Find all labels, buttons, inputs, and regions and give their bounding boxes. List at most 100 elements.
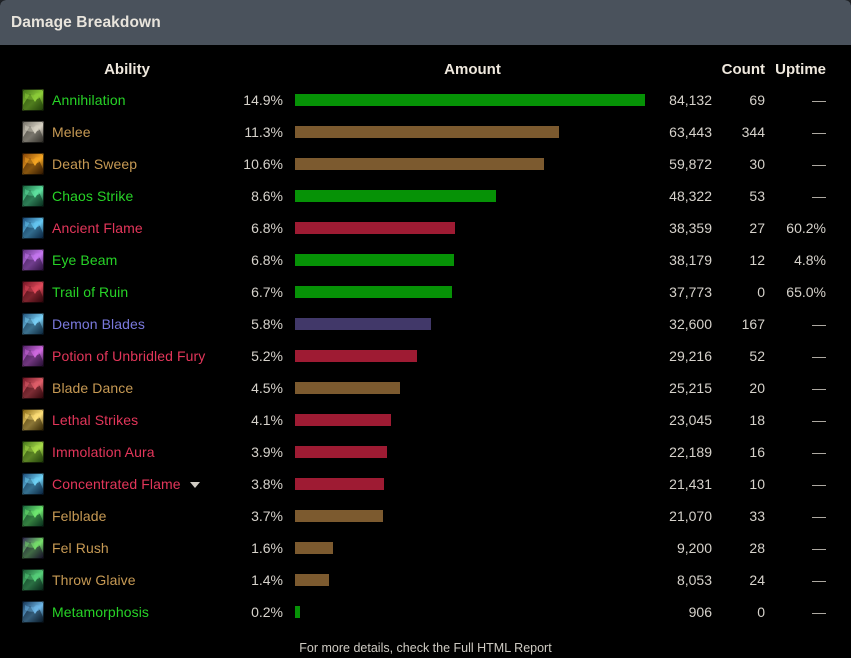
table-row[interactable]: Immolation Aura 3.9% 22,189 16 — (0, 436, 851, 468)
amount-cell: 29,216 (669, 348, 712, 364)
ability-name-cell[interactable]: Lethal Strikes (52, 404, 138, 436)
ability-name-cell[interactable]: Ancient Flame (52, 212, 143, 244)
amount-cell: 22,189 (669, 444, 712, 460)
percent-cell: 3.7% (251, 508, 283, 524)
percent-cell: 8.6% (251, 188, 283, 204)
column-header-count[interactable]: Count (702, 54, 765, 84)
percent-cell: 14.9% (243, 92, 283, 108)
count-cell: 20 (749, 380, 765, 396)
table-row[interactable]: Fel Rush 1.6% 9,200 28 — (0, 532, 851, 564)
potion-of-unbridled-fury-icon (22, 345, 44, 367)
ability-name-cell[interactable]: Death Sweep (52, 148, 137, 180)
trail-of-ruin-icon (22, 281, 44, 303)
concentrated-flame-icon (22, 473, 44, 495)
count-cell: 28 (749, 540, 765, 556)
uptime-cell: — (812, 412, 826, 428)
amount-cell: 63,443 (669, 124, 712, 140)
table-row[interactable]: Death Sweep 10.6% 59,872 30 — (0, 148, 851, 180)
column-header-ability[interactable]: Ability (52, 54, 202, 84)
ability-name-cell[interactable]: Felblade (52, 500, 107, 532)
footer-note: For more details, check the Full HTML Re… (299, 641, 552, 655)
uptime-cell: — (812, 124, 826, 140)
damage-bar (295, 542, 333, 554)
table-row[interactable]: Concentrated Flame 3.8% 21,431 10 — (0, 468, 851, 500)
ability-name-cell[interactable]: Throw Glaive (52, 564, 136, 596)
amount-cell: 48,322 (669, 188, 712, 204)
ability-name-cell[interactable]: Concentrated Flame (52, 468, 200, 500)
damage-bar (295, 318, 431, 330)
ability-name-cell[interactable]: Trail of Ruin (52, 276, 128, 308)
percent-cell: 5.2% (251, 348, 283, 364)
uptime-cell: — (812, 156, 826, 172)
amount-cell: 25,215 (669, 380, 712, 396)
count-cell: 33 (749, 508, 765, 524)
count-cell: 10 (749, 476, 765, 492)
count-cell: 18 (749, 412, 765, 428)
table-row[interactable]: Eye Beam 6.8% 38,179 12 4.8% (0, 244, 851, 276)
count-cell: 30 (749, 156, 765, 172)
uptime-cell: 4.8% (794, 252, 826, 268)
damage-bar (295, 190, 496, 202)
percent-cell: 10.6% (243, 156, 283, 172)
blade-dance-icon (22, 377, 44, 399)
uptime-cell: — (812, 476, 826, 492)
table-row[interactable]: Chaos Strike 8.6% 48,322 53 — (0, 180, 851, 212)
table-row[interactable]: Metamorphosis 0.2% 906 0 — (0, 596, 851, 628)
ability-name-cell[interactable]: Fel Rush (52, 532, 109, 564)
amount-cell: 21,070 (669, 508, 712, 524)
table-row[interactable]: Blade Dance 4.5% 25,215 20 — (0, 372, 851, 404)
ability-name-label: Felblade (52, 508, 107, 524)
count-cell: 16 (749, 444, 765, 460)
count-cell: 344 (741, 124, 765, 140)
damage-breakdown-panel: Damage Breakdown Ability Amount Count Up… (0, 0, 851, 658)
count-cell: 167 (741, 316, 765, 332)
ability-name-cell[interactable]: Annihilation (52, 84, 126, 116)
table-row[interactable]: Felblade 3.7% 21,070 33 — (0, 500, 851, 532)
count-cell: 0 (757, 284, 765, 300)
ability-name-cell[interactable]: Chaos Strike (52, 180, 133, 212)
amount-cell: 8,053 (676, 572, 712, 588)
fel-rush-icon (22, 537, 44, 559)
table-body: Annihilation 14.9% 84,132 69 — Melee 11.3% 63,… (0, 84, 851, 628)
amount-cell: 23,045 (669, 412, 712, 428)
ability-name-label: Annihilation (52, 92, 126, 108)
ability-name-cell[interactable]: Melee (52, 116, 91, 148)
amount-cell: 21,431 (669, 476, 712, 492)
count-cell: 0 (757, 604, 765, 620)
damage-bar (295, 446, 387, 458)
table-row[interactable]: Potion of Unbridled Fury 5.2% 29,216 52— (0, 340, 851, 372)
uptime-cell: — (812, 508, 826, 524)
percent-cell: 11.3% (244, 124, 283, 140)
ability-name-cell[interactable]: Immolation Aura (52, 436, 155, 468)
ability-name-cell[interactable]: Metamorphosis (52, 596, 149, 628)
table-row[interactable]: Annihilation 14.9% 84,132 69 — (0, 84, 851, 116)
damage-bar (295, 126, 559, 138)
eye-beam-icon (22, 249, 44, 271)
damage-bar (295, 94, 645, 106)
table-row[interactable]: Ancient Flame 6.8% 38,359 27 60.2% (0, 212, 851, 244)
table-row[interactable]: Trail of Ruin 6.7% 37,773 0 65.0% (0, 276, 851, 308)
ability-name-label: Chaos Strike (52, 188, 134, 204)
demon-blades-icon (22, 313, 44, 335)
ability-name-cell[interactable]: Blade Dance (52, 372, 133, 404)
damage-bar (295, 478, 384, 490)
percent-cell: 0.2% (251, 604, 283, 620)
ability-name-label: Eye Beam (52, 252, 118, 268)
count-cell: 24 (749, 572, 765, 588)
damage-table: Ability Amount Count Uptime Annihilation… (0, 54, 851, 658)
table-row[interactable]: Demon Blades 5.8% 32,600 167 — (0, 308, 851, 340)
felblade-icon (22, 505, 44, 527)
ability-name-cell[interactable]: Demon Blades (52, 308, 145, 340)
death-sweep-icon (22, 153, 44, 175)
table-row[interactable]: Melee 11.3% 63,443 344 — (0, 116, 851, 148)
count-cell: 53 (749, 188, 765, 204)
column-header-uptime[interactable]: Uptime (757, 54, 826, 84)
percent-cell: 6.8% (251, 220, 283, 236)
count-cell: 52 (749, 348, 765, 364)
ability-name-cell[interactable]: Eye Beam (52, 244, 117, 276)
percent-cell: 1.6% (251, 540, 283, 556)
uptime-cell: — (812, 540, 826, 556)
table-row[interactable]: Throw Glaive 1.4% 8,053 24 — (0, 564, 851, 596)
table-row[interactable]: Lethal Strikes 4.1% 23,045 18 — (0, 404, 851, 436)
column-header-amount[interactable]: Amount (355, 54, 590, 84)
